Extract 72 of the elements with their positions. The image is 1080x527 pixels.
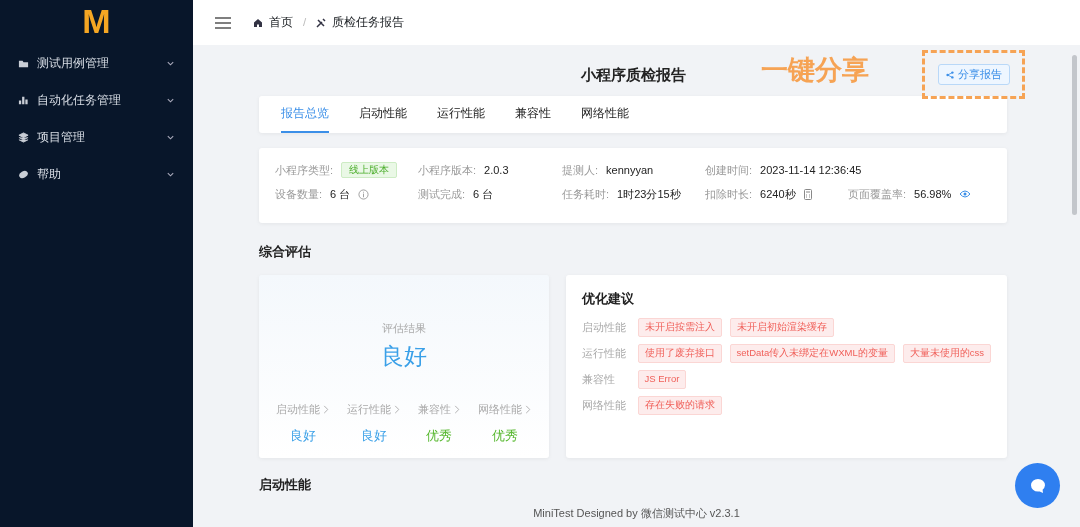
section-heading: 启动性能	[259, 476, 312, 494]
field-label: 小程序版本:	[418, 162, 477, 178]
field-label: 页面覆盖率:	[848, 186, 907, 202]
status-tag: 线上版本	[341, 161, 398, 179]
annotation-text: 一键分享	[761, 56, 869, 86]
calculator-icon	[803, 188, 812, 200]
breadcrumb-link[interactable]: 质检任务报告	[332, 13, 405, 32]
footer-text: MiniTest Designed by 微信测试中心 v2.3.1	[533, 507, 740, 519]
field-value: 2023-11-14 12:36:45	[760, 162, 862, 178]
home-icon	[253, 17, 263, 28]
sidebar-item[interactable]: 自动化任务管理	[0, 82, 193, 119]
chat-button[interactable]	[1015, 463, 1060, 508]
tools-icon	[316, 17, 327, 28]
field-value: 6240秒	[760, 186, 796, 202]
scrollbar[interactable]	[1072, 55, 1077, 215]
field-label: 测试完成:	[418, 186, 466, 202]
category-rating: 良好	[289, 426, 316, 445]
issue-tag: setData传入未绑定在WXML的变量	[729, 344, 895, 363]
issue-tag: 使用了废弃接口	[637, 344, 722, 363]
category-rating: 良好	[360, 426, 387, 445]
field-value: 2.0.3	[484, 162, 509, 178]
category-rating: 优秀	[426, 426, 453, 445]
category-rating: 优秀	[491, 426, 518, 445]
folder-icon	[18, 58, 29, 69]
section-heading: 综合评估	[259, 244, 312, 261]
chevron-right-icon	[525, 405, 532, 414]
row-label: 启动性能	[581, 319, 627, 335]
issue-tag: 未开启按需注入	[637, 318, 722, 337]
tab[interactable]: 兼容性	[515, 96, 551, 133]
chevron-right-icon	[323, 405, 330, 414]
field-value: kennyyan	[606, 162, 654, 178]
menu-icon[interactable]	[215, 16, 231, 29]
sidebar-item[interactable]: 测试用例管理	[0, 45, 193, 82]
tab[interactable]: 报告总览	[281, 96, 329, 133]
row-label: 兼容性	[581, 371, 616, 387]
issue-tag: JS Error	[637, 370, 687, 389]
field-value: 1时23分15秒	[617, 186, 681, 202]
result-label: 评估结果	[381, 321, 426, 336]
eye-icon	[959, 190, 972, 198]
page-title: 小程序质检报告	[580, 66, 686, 83]
field-label: 提测人:	[562, 162, 599, 178]
field-value: 6 台	[330, 186, 351, 202]
tab[interactable]: 网络性能	[581, 96, 629, 133]
issue-tag: 存在失败的请求	[637, 396, 722, 415]
breadcrumb-separator: /	[303, 14, 307, 30]
sidebar-item[interactable]: 帮助	[0, 156, 193, 193]
field-label: 设备数量:	[275, 186, 323, 202]
field-label: 扣除时长:	[705, 186, 753, 202]
chevron-right-icon	[394, 405, 401, 414]
share-icon	[945, 70, 954, 79]
card-title: 优化建议	[581, 290, 635, 308]
info-icon	[358, 188, 370, 200]
field-value: 6 台	[473, 186, 494, 202]
issue-tag: 未开启初始渲染缓存	[729, 318, 834, 337]
layers-icon	[18, 132, 29, 143]
chevron-right-icon	[454, 405, 461, 414]
breadcrumb-link[interactable]: 首页	[269, 13, 293, 32]
tab[interactable]: 运行性能	[437, 96, 485, 133]
row-label: 网络性能	[581, 397, 627, 413]
sidebar-item[interactable]: 项目管理	[0, 119, 193, 156]
field-label: 任务耗时:	[562, 186, 610, 202]
bar-chart-icon	[18, 95, 29, 106]
result-value: 良好	[380, 341, 427, 371]
tab[interactable]: 启动性能	[359, 96, 407, 133]
field-value: 56.98%	[914, 186, 952, 202]
field-label: 小程序类型:	[275, 162, 334, 178]
issue-tag: 大量未使用的css	[902, 344, 991, 363]
leaf-icon	[18, 169, 29, 180]
field-label: 创建时间:	[705, 162, 753, 178]
chat-icon	[1028, 476, 1047, 495]
row-label: 运行性能	[581, 345, 627, 361]
logo: M	[81, 1, 112, 42]
